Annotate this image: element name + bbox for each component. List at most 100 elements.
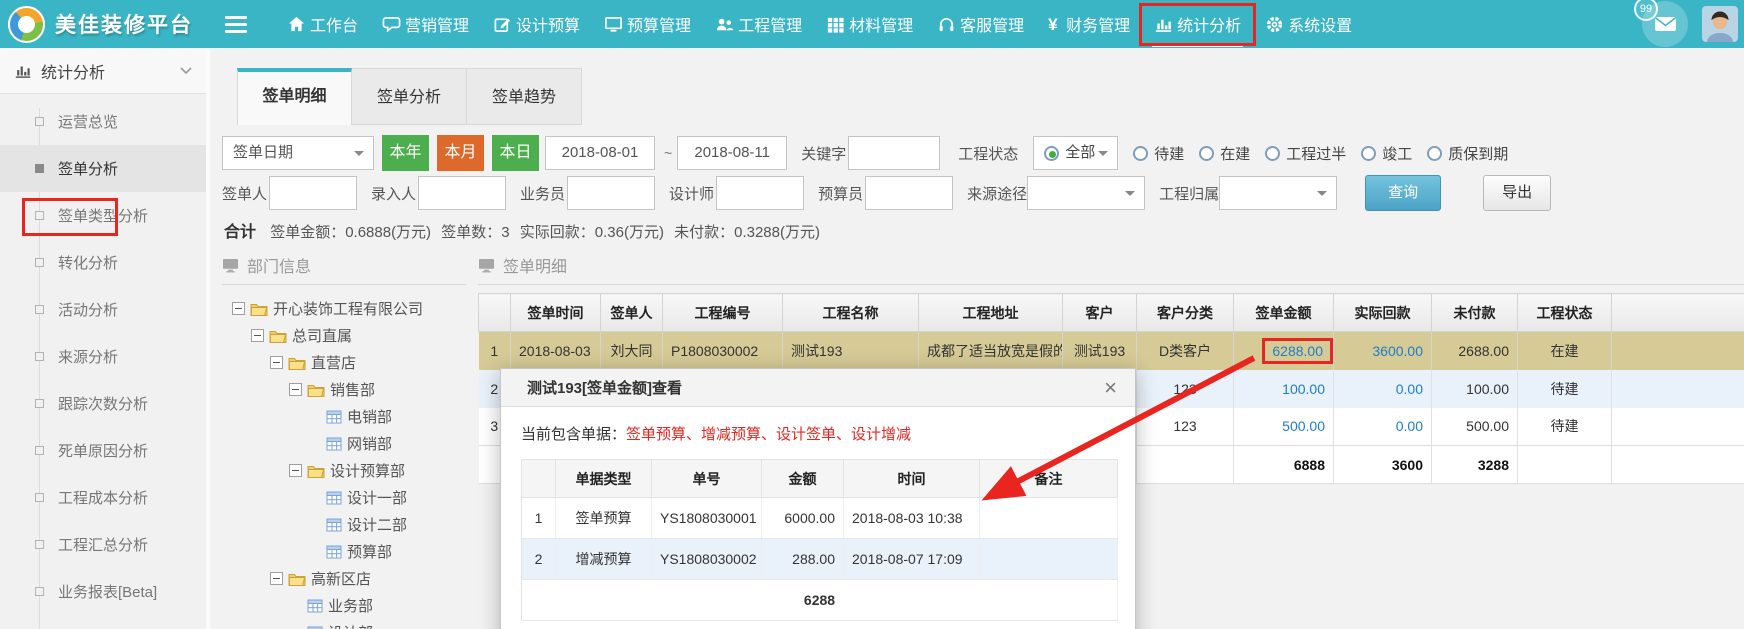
tree-node-design-1[interactable]: 设计一部: [222, 484, 466, 511]
date-to-input[interactable]: 2018-08-11: [677, 136, 787, 170]
status-radio-building[interactable]: 在建: [1199, 143, 1250, 164]
nav-item-workbench[interactable]: 工作台: [281, 0, 364, 48]
tree-node-web-sales[interactable]: 网销部: [222, 430, 466, 457]
nav-item-system-settings[interactable]: 系统设置: [1259, 0, 1358, 48]
menu-toggle-icon[interactable]: [225, 12, 247, 37]
summary-received: 实际回款：0.36(万元): [520, 224, 664, 241]
tree-node-gaoxin-store[interactable]: 高新区店: [222, 565, 466, 592]
project-belong-label: 工程归属: [1159, 183, 1219, 204]
source-channel-select[interactable]: [1027, 176, 1145, 210]
sidebar-item-track-count-analysis[interactable]: 跟踪次数分析: [0, 380, 206, 427]
nav-label: 材料管理: [849, 12, 913, 36]
tree-node-label: 设计二部: [347, 514, 407, 535]
sidebar-item-sign-analysis[interactable]: 签单分析: [0, 145, 206, 192]
export-button[interactable]: 导出: [1483, 175, 1551, 211]
collapse-icon[interactable]: [232, 302, 245, 315]
tree-node-design-2[interactable]: 设计二部: [222, 511, 466, 538]
date-field-select[interactable]: 签单日期: [222, 136, 374, 170]
modal-total-amount: 6288: [522, 580, 1118, 621]
cell-project-address: 成都了适当放宽是假的: [919, 332, 1063, 370]
status-radio-finished[interactable]: 竣工: [1361, 143, 1412, 164]
query-button[interactable]: 查询: [1365, 175, 1441, 211]
collapse-icon[interactable]: [289, 383, 302, 396]
received-amount-link[interactable]: 3600.00: [1372, 343, 1423, 359]
collapse-icon[interactable]: [289, 464, 302, 477]
close-icon[interactable]: ×: [1104, 377, 1117, 399]
messages-button[interactable]: 99: [1642, 1, 1688, 47]
tree-node-sales-dept[interactable]: 销售部: [222, 376, 466, 403]
tree-node-design-budget-dept[interactable]: 设计预算部: [222, 457, 466, 484]
column-unpaid: 未付款: [1432, 294, 1518, 332]
tree-node-design-dept[interactable]: 设计部: [222, 619, 466, 629]
quick-this-month-button[interactable]: 本月: [437, 135, 484, 171]
status-radio-all[interactable]: 全部: [1033, 136, 1118, 170]
salesman-input[interactable]: [567, 176, 655, 210]
collapse-icon[interactable]: [270, 356, 283, 369]
tree-node-label: 设计一部: [347, 487, 407, 508]
tree-node-budget-dept[interactable]: 预算部: [222, 538, 466, 565]
nav-label: 财务管理: [1066, 12, 1130, 36]
received-amount-link[interactable]: 0.00: [1396, 418, 1423, 434]
quick-today-button[interactable]: 本日: [492, 135, 539, 171]
sign-amount-link[interactable]: 100.00: [1282, 381, 1325, 397]
sign-amount-link[interactable]: 6288.00: [1262, 338, 1333, 364]
nav-item-finance-mgmt[interactable]: ¥ 财务管理: [1042, 0, 1136, 48]
nav-item-design-budget[interactable]: 设计预算: [487, 0, 586, 48]
monitor-icon: [478, 258, 495, 273]
modal-cell-amount: 288.00: [762, 539, 844, 580]
designer-input[interactable]: [716, 176, 804, 210]
sidebar-item-conversion-analysis[interactable]: 转化分析: [0, 239, 206, 286]
nav-item-project-mgmt[interactable]: 工程管理: [709, 0, 808, 48]
date-from-input[interactable]: 2018-08-01: [545, 136, 655, 170]
cell-project-name: 测试193: [783, 332, 919, 370]
project-status-label: 工程状态: [958, 143, 1018, 164]
sidebar-item-project-summary-analysis[interactable]: 工程汇总分析: [0, 521, 206, 568]
table-row-1[interactable]: 1 2018-08-03 刘大同 P1808030002 测试193 成都了适当…: [479, 332, 1744, 370]
tree-node-tele-sales[interactable]: 电销部: [222, 403, 466, 430]
status-radio-half-done[interactable]: 工程过半: [1265, 143, 1346, 164]
sidebar-item-project-cost-analysis[interactable]: 工程成本分析: [0, 474, 206, 521]
sign-detail-panel-header: 签单明细: [478, 253, 1744, 285]
table-icon: [326, 437, 342, 451]
sidebar-item-business-report-beta[interactable]: 业务报表[Beta]: [0, 568, 206, 615]
column-project-code: 工程编号: [663, 294, 783, 332]
quick-this-year-button[interactable]: 本年: [382, 135, 429, 171]
entry-person-input[interactable]: [418, 176, 506, 210]
collapse-icon[interactable]: [251, 329, 264, 342]
sidebar-item-activity-analysis[interactable]: 活动分析: [0, 286, 206, 333]
signer-input[interactable]: [269, 176, 357, 210]
sidebar-item-source-analysis[interactable]: 来源分析: [0, 333, 206, 380]
sidebar-item-dead-order-analysis[interactable]: 死单原因分析: [0, 427, 206, 474]
nav-label: 客服管理: [960, 12, 1024, 36]
tree-node-business-dept[interactable]: 业务部: [222, 592, 466, 619]
tab-sign-detail[interactable]: 签单明细: [237, 68, 352, 125]
sidebar-item-sign-type-analysis[interactable]: 签单类型分析: [0, 192, 206, 239]
tree-node-direct-store[interactable]: 直营店: [222, 349, 466, 376]
table-icon: [307, 626, 323, 629]
column-filler: [1612, 294, 1744, 332]
sidebar-section-statistics[interactable]: 统计分析: [0, 48, 206, 94]
status-radio-warranty-expired[interactable]: 质保到期: [1427, 143, 1508, 164]
project-belong-select[interactable]: [1219, 176, 1337, 210]
received-amount-link[interactable]: 0.00: [1396, 381, 1423, 397]
tab-sign-trend[interactable]: 签单趋势: [467, 68, 582, 125]
tree-node-company[interactable]: 开心装饰工程有限公司: [222, 295, 466, 322]
keyword-input[interactable]: [848, 136, 940, 170]
modal-cell-note: [980, 539, 1118, 580]
nav-item-marketing[interactable]: 营销管理: [376, 0, 475, 48]
user-avatar[interactable]: [1702, 6, 1738, 42]
status-radio-pending[interactable]: 待建: [1133, 143, 1184, 164]
collapse-icon[interactable]: [270, 572, 283, 585]
sidebar-item-operations-overview[interactable]: 运营总览: [0, 98, 206, 145]
sign-amount-link[interactable]: 500.00: [1282, 418, 1325, 434]
estimator-input[interactable]: [865, 176, 953, 210]
nav-item-statistics[interactable]: 统计分析: [1148, 0, 1247, 48]
modal-cell-doc-type: 增减预算: [556, 539, 652, 580]
nav-item-budget-mgmt[interactable]: 预算管理: [598, 0, 697, 48]
tree-node-hq-direct[interactable]: 总司直属: [222, 322, 466, 349]
column-project-address: 工程地址: [919, 294, 1063, 332]
column-project-status: 工程状态: [1518, 294, 1612, 332]
nav-item-material-mgmt[interactable]: 材料管理: [820, 0, 919, 48]
nav-item-customer-service[interactable]: 客服管理: [931, 0, 1030, 48]
tab-sign-analysis[interactable]: 签单分析: [352, 68, 467, 125]
